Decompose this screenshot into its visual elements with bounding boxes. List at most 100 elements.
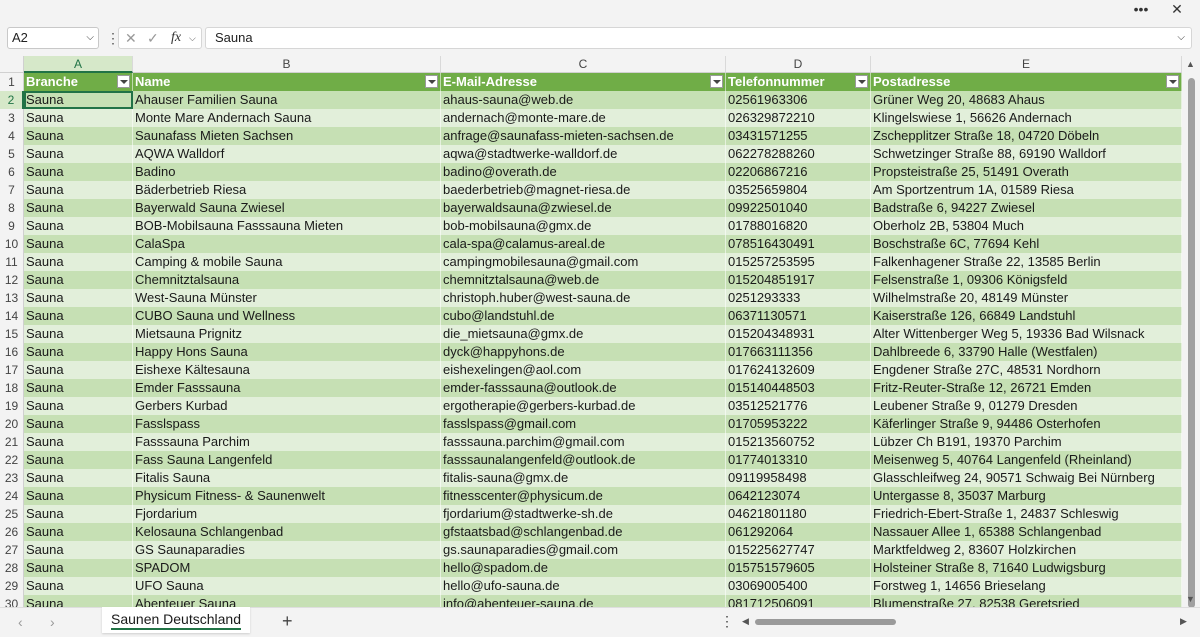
row-header[interactable]: 11 <box>0 253 24 271</box>
cancel-icon[interactable]: ✕ <box>125 28 137 48</box>
table-cell[interactable]: Mietsauna Prignitz <box>133 325 441 343</box>
row-header[interactable]: 6 <box>0 163 24 181</box>
table-cell[interactable]: Felsenstraße 1, 09306 Königsfeld <box>871 271 1182 289</box>
table-cell[interactable]: Klingelswiese 1, 56626 Andernach <box>871 109 1182 127</box>
table-cell[interactable]: 015257253595 <box>726 253 871 271</box>
table-cell[interactable]: gs.saunaparadies@gmail.com <box>441 541 726 559</box>
row-header[interactable]: 14 <box>0 307 24 325</box>
table-cell[interactable]: Kelosauna Schlangenbad <box>133 523 441 541</box>
table-cell[interactable]: 061292064 <box>726 523 871 541</box>
table-cell[interactable]: Marktfeldweg 2, 83607 Holzkirchen <box>871 541 1182 559</box>
scroll-up-icon[interactable]: ▲ <box>1186 59 1195 69</box>
horizontal-scroll-thumb[interactable] <box>755 619 896 625</box>
table-cell[interactable]: ahaus-sauna@web.de <box>441 91 726 109</box>
table-cell[interactable]: Sauna <box>24 163 133 181</box>
row-header[interactable]: 2 <box>0 91 24 109</box>
table-cell[interactable]: Chemnitztalsauna <box>133 271 441 289</box>
row-header[interactable]: 12 <box>0 271 24 289</box>
row-header[interactable]: 10 <box>0 235 24 253</box>
table-cell[interactable]: ergotherapie@gerbers-kurbad.de <box>441 397 726 415</box>
table-cell[interactable]: Sauna <box>24 577 133 595</box>
table-cell[interactable]: 01788016820 <box>726 217 871 235</box>
table-cell[interactable]: 015751579605 <box>726 559 871 577</box>
chevron-down-icon[interactable]: ⌵ <box>189 28 196 48</box>
next-sheet-icon[interactable]: › <box>50 614 55 630</box>
column-header-b[interactable]: B <box>133 56 441 73</box>
table-cell[interactable]: Blumenstraße 27, 82538 Geretsried <box>871 595 1182 607</box>
table-cell[interactable]: SPADOM <box>133 559 441 577</box>
table-cell[interactable]: Sauna <box>24 433 133 451</box>
table-cell[interactable]: info@abenteuer-sauna.de <box>441 595 726 607</box>
table-cell[interactable]: Wilhelmstraße 20, 48149 Münster <box>871 289 1182 307</box>
table-cell[interactable]: 0642123074 <box>726 487 871 505</box>
row-header[interactable]: 4 <box>0 127 24 145</box>
row-header[interactable]: 19 <box>0 397 24 415</box>
table-cell[interactable]: Untergasse 8, 35037 Marburg <box>871 487 1182 505</box>
table-cell[interactable]: Monte Mare Andernach Sauna <box>133 109 441 127</box>
table-cell[interactable]: 09922501040 <box>726 199 871 217</box>
table-cell[interactable]: emder-fasssauna@outlook.de <box>441 379 726 397</box>
row-header[interactable]: 22 <box>0 451 24 469</box>
scroll-right-icon[interactable]: ▶ <box>1180 616 1187 627</box>
table-cell[interactable]: AQWA Walldorf <box>133 145 441 163</box>
table-cell[interactable]: Glasschleifweg 24, 90571 Schwaig Bei Nür… <box>871 469 1182 487</box>
table-cell[interactable]: Fasslspass <box>133 415 441 433</box>
row-header[interactable]: 7 <box>0 181 24 199</box>
table-cell[interactable]: Sauna <box>24 127 133 145</box>
table-cell[interactable]: 015225627747 <box>726 541 871 559</box>
table-cell[interactable]: 081712506091 <box>726 595 871 607</box>
row-header[interactable]: 1 <box>0 73 24 91</box>
name-box[interactable]: A2 ⌵ <box>7 27 99 49</box>
table-cell[interactable]: Nassauer Allee 1, 65388 Schlangenbad <box>871 523 1182 541</box>
table-cell[interactable]: 0251293333 <box>726 289 871 307</box>
table-cell[interactable]: 03512521776 <box>726 397 871 415</box>
row-header[interactable]: 27 <box>0 541 24 559</box>
table-cell[interactable]: christoph.huber@west-sauna.de <box>441 289 726 307</box>
row-header[interactable]: 25 <box>0 505 24 523</box>
table-cell[interactable]: dyck@happyhons.de <box>441 343 726 361</box>
close-icon[interactable]: ✕ <box>1162 0 1192 20</box>
table-cell[interactable]: 015140448503 <box>726 379 871 397</box>
table-cell[interactable]: 017624132609 <box>726 361 871 379</box>
table-cell[interactable]: Sauna <box>24 469 133 487</box>
table-cell[interactable]: West-Sauna Münster <box>133 289 441 307</box>
table-cell[interactable]: Dahlbreede 6, 33790 Halle (Westfalen) <box>871 343 1182 361</box>
row-header[interactable]: 3 <box>0 109 24 127</box>
table-cell[interactable]: campingmobilesauna@gmail.com <box>441 253 726 271</box>
table-cell[interactable]: Engdener Straße 27C, 48531 Nordhorn <box>871 361 1182 379</box>
table-cell[interactable]: baederbetrieb@magnet-riesa.de <box>441 181 726 199</box>
table-cell[interactable]: UFO Sauna <box>133 577 441 595</box>
table-cell[interactable]: Sauna <box>24 199 133 217</box>
table-cell[interactable]: 02206867216 <box>726 163 871 181</box>
table-cell[interactable]: Sauna <box>24 271 133 289</box>
table-header-cell[interactable]: Postadresse <box>871 73 1182 91</box>
row-header[interactable]: 13 <box>0 289 24 307</box>
row-header[interactable]: 23 <box>0 469 24 487</box>
table-cell[interactable]: Sauna <box>24 397 133 415</box>
table-cell[interactable]: Eishexe Kältesauna <box>133 361 441 379</box>
table-cell[interactable]: 015213560752 <box>726 433 871 451</box>
table-cell[interactable]: Sauna <box>24 235 133 253</box>
table-cell[interactable]: Falkenhagener Straße 22, 13585 Berlin <box>871 253 1182 271</box>
row-header[interactable]: 5 <box>0 145 24 163</box>
table-cell[interactable]: die_mietsauna@gmx.de <box>441 325 726 343</box>
table-cell[interactable]: Sauna <box>24 415 133 433</box>
table-cell[interactable]: Forstweg 1, 14656 Brieselang <box>871 577 1182 595</box>
table-cell[interactable]: anfrage@saunafass-mieten-sachsen.de <box>441 127 726 145</box>
table-cell[interactable]: Sauna <box>24 307 133 325</box>
table-cell[interactable]: CalaSpa <box>133 235 441 253</box>
table-cell[interactable]: eishexelingen@aol.com <box>441 361 726 379</box>
table-cell[interactable]: gfstaatsbad@schlangenbad.de <box>441 523 726 541</box>
table-cell[interactable]: chemnitztalsauna@web.de <box>441 271 726 289</box>
spreadsheet-grid[interactable]: A B C D E 1 Branche Name E-Mail-Adresse Telefonnu… <box>0 56 1200 607</box>
select-all-corner[interactable] <box>0 56 24 73</box>
table-cell[interactable]: Sauna <box>24 253 133 271</box>
row-header[interactable]: 28 <box>0 559 24 577</box>
table-cell[interactable]: badino@overath.de <box>441 163 726 181</box>
table-cell[interactable]: Boschstraße 6C, 77694 Kehl <box>871 235 1182 253</box>
table-cell[interactable]: Sauna <box>24 505 133 523</box>
table-cell[interactable]: Schwetzinger Straße 88, 69190 Walldorf <box>871 145 1182 163</box>
table-cell[interactable]: 015204851917 <box>726 271 871 289</box>
table-cell[interactable]: Sauna <box>24 451 133 469</box>
scroll-down-icon[interactable]: ▼ <box>1186 594 1195 604</box>
